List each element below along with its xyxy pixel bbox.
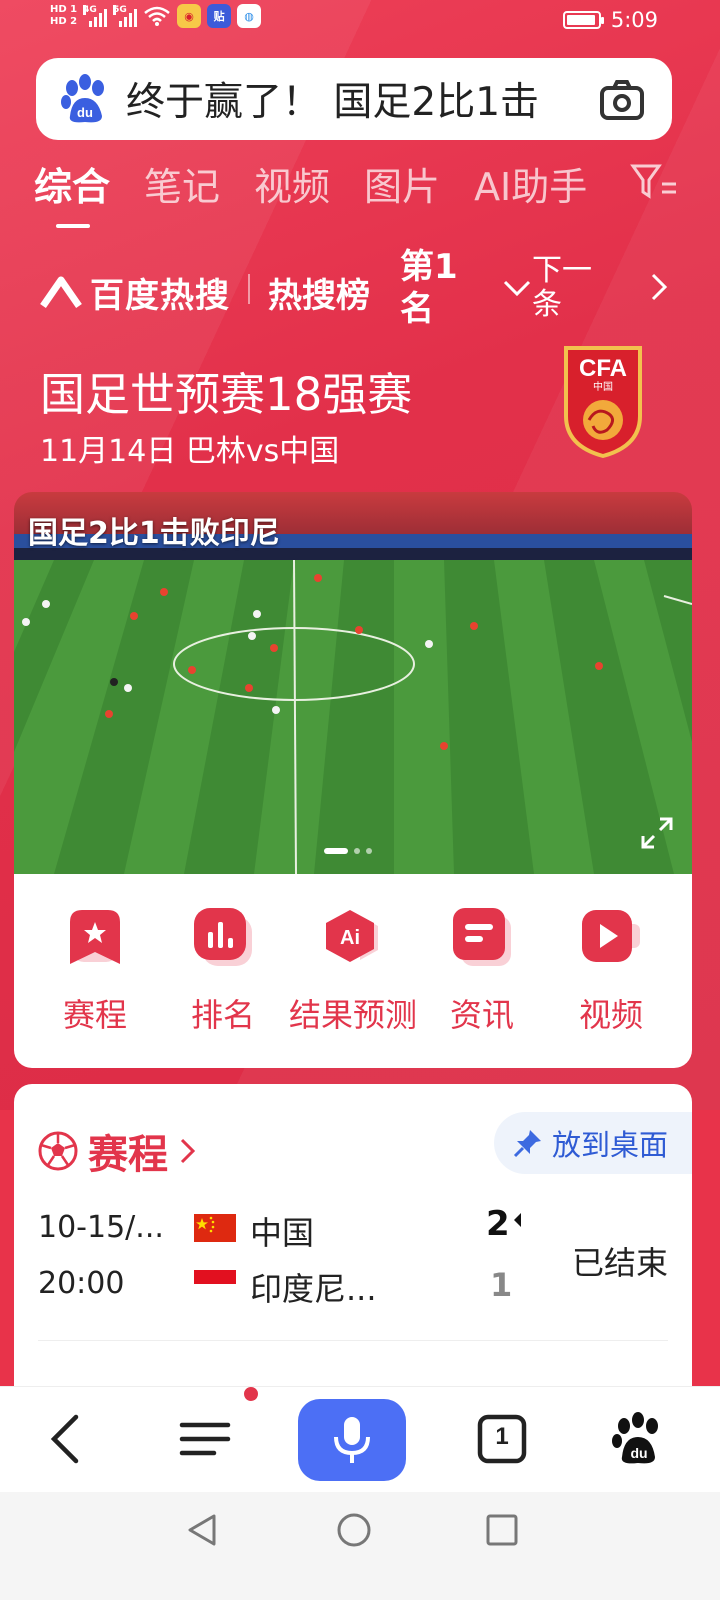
battery-icon — [562, 11, 604, 29]
tieba-icon: 贴 — [207, 4, 232, 28]
quick-action-video[interactable]: 视频 — [541, 908, 681, 1036]
schedule-title: 赛程 — [88, 1132, 168, 1178]
quick-actions-panel: 赛程 排名 Ai 结果预测 资讯 视频 — [14, 874, 692, 1068]
svg-text:du: du — [630, 1445, 647, 1461]
news-icon — [453, 908, 511, 966]
soccer-ball-icon — [38, 1131, 78, 1171]
quick-action-label: 视频 — [578, 996, 643, 1034]
filter-icon[interactable] — [630, 162, 680, 202]
search-bar[interactable]: du 终于赢了！ 国足2比1击 — [36, 58, 672, 140]
menu-icon[interactable] — [174, 1409, 234, 1469]
sim1-label: HD 1 — [50, 4, 78, 15]
quick-action-news[interactable]: 资讯 — [412, 908, 552, 1036]
sim2-label: HD 2 — [50, 16, 78, 27]
tabs-counter-button[interactable]: 1 — [472, 1409, 532, 1469]
notification-dot — [244, 1387, 258, 1401]
match-time: 20:00 — [38, 1266, 125, 1301]
add-to-desktop-button[interactable]: 放到桌面 — [494, 1112, 692, 1174]
chevron-down-icon — [503, 280, 531, 297]
bar-chart-icon — [194, 908, 252, 966]
quick-action-label: 资讯 — [449, 996, 514, 1034]
tab-zonghe[interactable]: 综合 — [34, 152, 110, 228]
team1-name: 中国 — [250, 1214, 315, 1252]
microphone-icon — [334, 1417, 370, 1463]
team1-score: 2 — [486, 1204, 510, 1244]
winner-marker-icon — [514, 1213, 521, 1227]
match-status: 已结束 — [571, 1244, 668, 1282]
weibo-icon: ◉ — [177, 4, 202, 28]
next-item-button[interactable]: 下一条 — [502, 254, 604, 322]
status-bar: HD 1 HD 2 4G 5G ◉ 贴 ◍ 5:09 — [0, 0, 720, 46]
search-input[interactable]: 终于赢了！ 国足2比1击 — [126, 71, 566, 127]
carousel-indicator — [324, 848, 372, 854]
baidu-paw-icon[interactable]: du — [58, 72, 112, 126]
add-to-desktop-label: 放到桌面 — [552, 1128, 669, 1162]
video-player[interactable]: 国足2比1击败印尼 — [14, 492, 692, 874]
svg-text:Ai: Ai — [340, 927, 360, 949]
chevron-right-icon[interactable] — [648, 272, 670, 302]
fullscreen-icon[interactable] — [640, 816, 674, 850]
tabs-count: 1 — [495, 1423, 509, 1450]
indonesia-flag-icon — [194, 1270, 236, 1298]
nav-recents-icon[interactable] — [484, 1512, 520, 1548]
divider — [248, 274, 250, 304]
quick-action-label: 排名 — [190, 996, 255, 1034]
camera-icon[interactable] — [598, 76, 646, 124]
cfa-crest-logo: CFA 中国 — [564, 346, 642, 458]
tab-notes[interactable]: 笔记 — [144, 152, 220, 216]
star-bookmark-icon — [70, 910, 120, 964]
quick-action-label: 结果预测 — [288, 996, 417, 1034]
quick-action-schedule[interactable]: 赛程 — [25, 908, 165, 1036]
hot-rank: 第1名 — [400, 247, 458, 329]
sim-indicators: HD 1 HD 2 — [50, 4, 77, 28]
voice-search-button[interactable] — [298, 1399, 406, 1481]
tab-images[interactable]: 图片 — [364, 152, 440, 216]
back-icon[interactable] — [36, 1409, 96, 1469]
hot-logo-icon — [40, 276, 82, 308]
svg-text:du: du — [77, 105, 93, 120]
ai-icon: Ai — [326, 910, 378, 962]
match-row[interactable]: 10-15/... 20:00 中国 印度尼... 2 1 已结束 — [38, 1204, 668, 1308]
net2-label: 5G — [113, 5, 127, 15]
hot-list-link[interactable]: 热搜榜 — [268, 268, 370, 317]
svg-text:CFA: CFA — [579, 355, 627, 382]
net1-label: 4G — [83, 5, 97, 15]
tab-ai-assistant[interactable]: AI助手 — [474, 152, 587, 216]
wifi-icon — [144, 6, 170, 26]
search-tabs: 综合 笔记 视频 图片 AI助手 — [34, 152, 621, 228]
next-item-label: 下一条 — [532, 253, 592, 322]
tab-video[interactable]: 视频 — [254, 152, 330, 216]
row-divider — [38, 1340, 668, 1341]
hot-search-header: 百度热搜 热搜榜 第1名 下一条 — [40, 246, 680, 332]
baidu-paw-icon[interactable]: du — [608, 1409, 668, 1469]
browser-icon: ◍ — [237, 4, 262, 28]
event-title[interactable]: 国足世预赛18强赛 — [40, 358, 412, 423]
schedule-card: 赛程 放到桌面 10-15/... 20:00 中国 印度尼... 2 1 已结… — [14, 1084, 692, 1404]
quick-action-label: 赛程 — [62, 996, 127, 1034]
chevron-right-icon — [180, 1138, 196, 1164]
nav-back-icon[interactable] — [184, 1512, 220, 1548]
play-video-icon — [582, 910, 640, 962]
event-subtitle: 11月14日 巴林vs中国 — [40, 434, 340, 469]
bottom-toolbar: 1 du — [0, 1386, 720, 1492]
system-nav-bar — [0, 1492, 720, 1600]
team2-name: 印度尼... — [250, 1270, 377, 1308]
quick-action-ranking[interactable]: 排名 — [153, 908, 293, 1036]
nav-home-icon[interactable] — [334, 1510, 374, 1550]
signal-4g-icon: 4G — [83, 5, 108, 27]
video-title: 国足2比1击败印尼 — [28, 516, 280, 551]
match-date: 10-15/... — [38, 1210, 164, 1245]
clock: 5:09 — [610, 8, 658, 32]
quick-action-prediction[interactable]: Ai 结果预测 — [283, 908, 423, 1036]
svg-text:中国: 中国 — [593, 380, 613, 393]
china-flag-icon — [194, 1214, 236, 1242]
signal-5g-icon: 5G — [113, 5, 138, 27]
hot-brand-label: 百度热搜 — [90, 276, 230, 316]
pin-icon — [513, 1130, 541, 1158]
schedule-header[interactable]: 赛程 — [38, 1122, 198, 1180]
baidu-hot-logo: 百度热搜 — [40, 268, 230, 317]
team2-score: 1 — [490, 1266, 513, 1304]
